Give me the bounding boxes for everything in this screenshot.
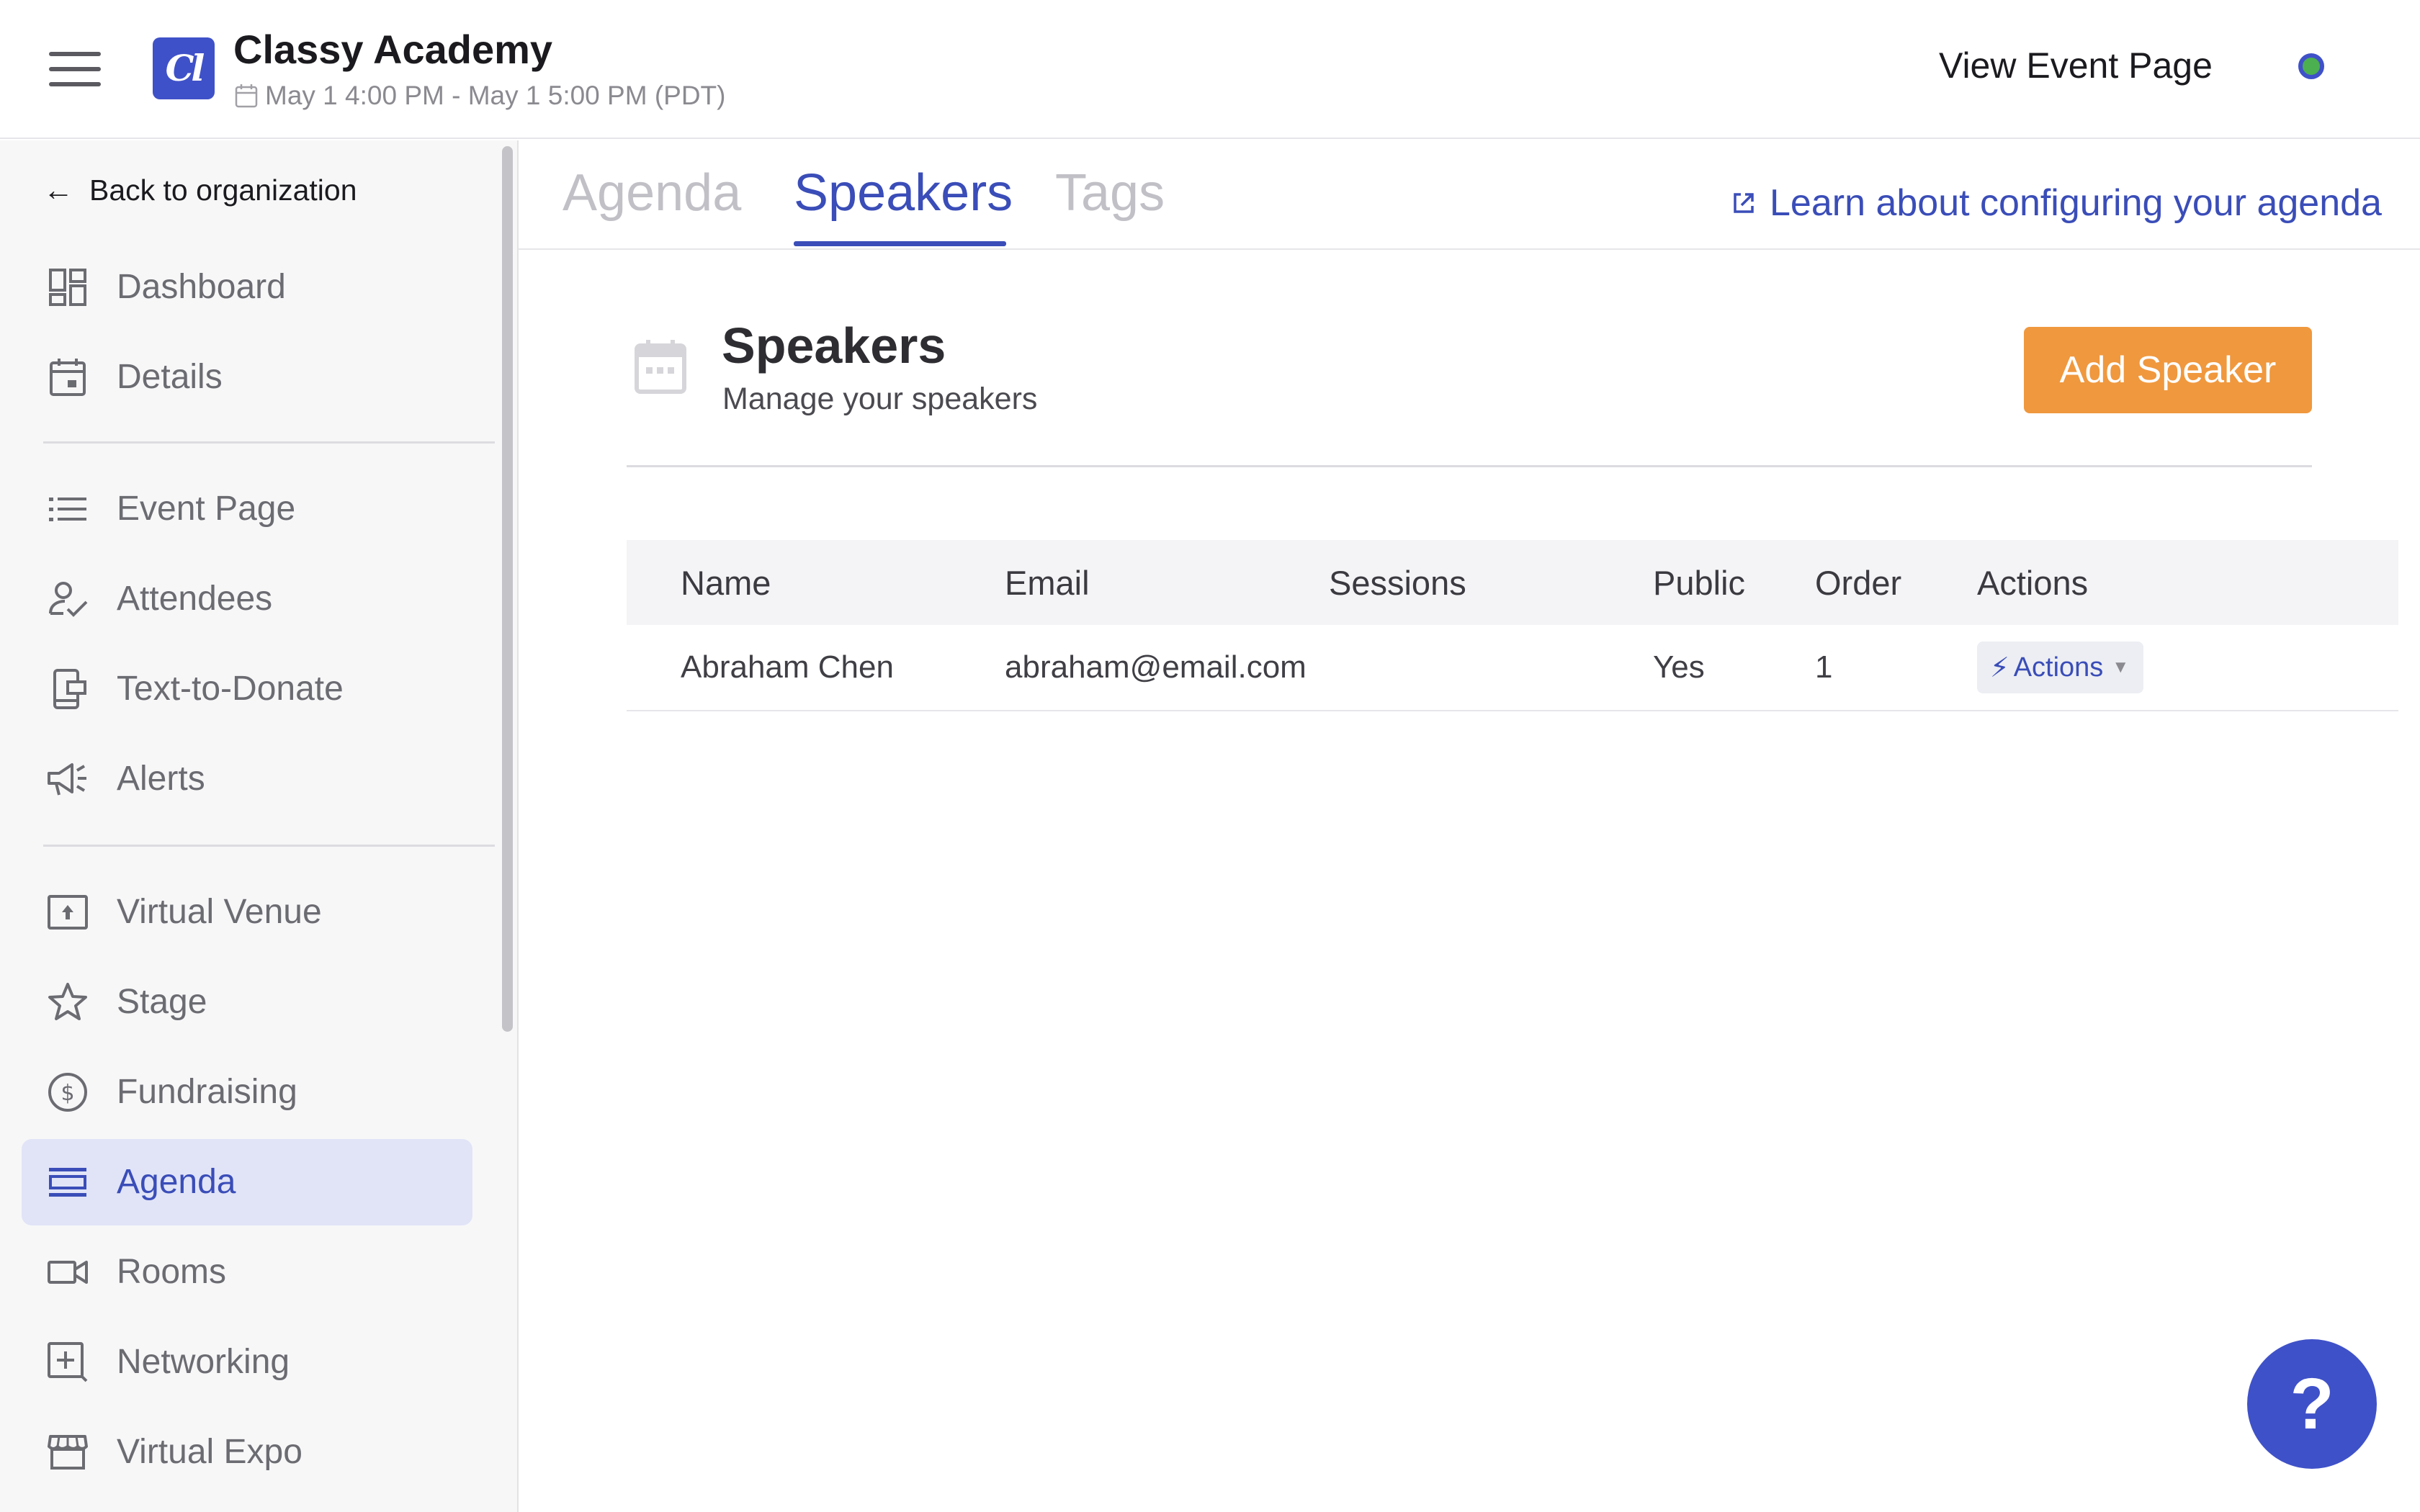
sidebar-item-label: Dashboard: [117, 268, 286, 306]
org-logo: Cl: [153, 37, 215, 99]
actions-dropdown-button[interactable]: ⚡︎ Actions ▼: [1977, 642, 2144, 693]
menu-icon[interactable]: [49, 50, 101, 88]
tab-tags[interactable]: Tags: [1055, 163, 1165, 222]
page-title: Speakers: [722, 318, 946, 374]
sidebar-item-agenda[interactable]: Agenda: [22, 1139, 472, 1225]
speaker-order: 1: [1815, 649, 1833, 685]
calendar-icon: [635, 340, 686, 394]
star-icon: [48, 983, 87, 1020]
speaker-name: Abraham Chen: [681, 649, 894, 685]
learn-about-agenda-link[interactable]: Learn about configuring your agenda: [1731, 181, 2382, 225]
sidebar-item-dashboard[interactable]: Dashboard: [22, 244, 472, 330]
dollar-icon: $: [48, 1073, 87, 1112]
sidebar-divider: [43, 845, 495, 847]
chevron-down-icon: ▼: [2112, 657, 2130, 677]
sidebar-item-label: Agenda: [117, 1163, 236, 1201]
sidebar-item-text-to-donate[interactable]: Text-to-Donate: [22, 646, 472, 732]
sidebar-item-networking[interactable]: Networking: [22, 1319, 472, 1405]
dashboard-icon: [49, 269, 86, 306]
calendar-icon: [50, 359, 86, 396]
megaphone-icon: [48, 763, 86, 796]
column-header-actions: Actions: [1977, 563, 2089, 602]
store-icon: [48, 1435, 88, 1470]
sidebar-item-label: Alerts: [117, 760, 205, 798]
add-speaker-button[interactable]: Add Speaker: [2024, 327, 2312, 413]
sidebar-item-virtual-expo[interactable]: Virtual Expo: [22, 1409, 472, 1495]
org-title: Classy Academy: [233, 27, 553, 72]
sidebar-item-label: Fundraising: [117, 1073, 297, 1111]
status-indicator: [2298, 53, 2324, 79]
top-bar: Cl Classy Academy May 1 4:00 PM - May 1 …: [0, 0, 2420, 139]
actions-label: Actions: [2013, 652, 2104, 683]
sidebar-item-event-page[interactable]: Event Page: [22, 466, 472, 552]
event-date: May 1 4:00 PM - May 1 5:00 PM (PDT): [235, 81, 725, 111]
tab-agenda[interactable]: Agenda: [563, 163, 741, 222]
sidebar-item-details[interactable]: Details: [22, 334, 472, 420]
bolt-icon: ⚡︎: [1990, 652, 2009, 683]
event-date-text: May 1 4:00 PM - May 1 5:00 PM (PDT): [265, 81, 726, 110]
list-icon: [49, 498, 86, 521]
active-tab-indicator: [794, 241, 1006, 246]
add-box-icon: [48, 1342, 88, 1382]
back-label: Back to organization: [89, 173, 357, 207]
sidebar-item-attendees[interactable]: Attendees: [22, 556, 472, 642]
phone-icon: [53, 669, 86, 709]
sidebar-item-label: Virtual Venue: [117, 893, 322, 931]
speaker-public: Yes: [1653, 649, 1705, 685]
svg-text:$: $: [60, 1081, 74, 1106]
sidebar-item-label: Event Page: [117, 490, 296, 528]
page-subtitle: Manage your speakers: [722, 382, 1038, 416]
help-button[interactable]: ?: [2247, 1339, 2377, 1469]
sidebar-item-label: Virtual Expo: [117, 1433, 302, 1471]
sidebar-scrollbar[interactable]: [502, 146, 513, 1032]
actions-cell: ⚡︎ Actions ▼: [1977, 625, 2144, 710]
table-header: Name Email Sessions Public Order Actions: [627, 540, 2398, 625]
sidebar: ← Back to organization Dashboard Details: [0, 140, 519, 1512]
speaker-email: abraham@email.com: [1005, 649, 1307, 685]
column-header-name[interactable]: Name: [681, 540, 771, 625]
tab-speakers[interactable]: Speakers: [794, 163, 1013, 222]
view-event-page-link[interactable]: View Event Page: [1939, 45, 2213, 86]
person-check-icon: [49, 582, 88, 617]
external-link-icon: [1734, 193, 1754, 213]
sidebar-item-alerts[interactable]: Alerts: [22, 736, 472, 822]
column-header-public[interactable]: Public: [1653, 540, 1745, 625]
column-header-email[interactable]: Email: [1005, 540, 1090, 625]
sidebar-item-label: Details: [117, 358, 223, 396]
sidebar-divider: [43, 441, 495, 444]
back-to-organization-link[interactable]: ← Back to organization: [43, 173, 357, 207]
sidebar-item-label: Attendees: [117, 580, 273, 618]
sidebar-item-virtual-venue[interactable]: Virtual Venue: [22, 869, 472, 955]
speakers-table: Name Email Sessions Public Order Actions…: [627, 540, 2398, 711]
section-divider: [627, 465, 2312, 467]
sidebar-item-label: Networking: [117, 1343, 290, 1381]
table-row: Abraham Chen abraham@email.com Yes 1 ⚡︎ …: [627, 625, 2398, 711]
column-header-order[interactable]: Order: [1815, 540, 1901, 625]
learn-link-label: Learn about configuring your agenda: [1770, 182, 2382, 224]
venue-icon: [48, 895, 88, 930]
sidebar-item-stage[interactable]: Stage: [22, 959, 472, 1045]
sidebar-item-fundraising[interactable]: $ Fundraising: [22, 1049, 472, 1135]
agenda-icon: [49, 1168, 86, 1197]
video-icon: [48, 1261, 88, 1284]
column-header-sessions[interactable]: Sessions: [1329, 540, 1466, 625]
sidebar-item-label: Rooms: [117, 1253, 227, 1291]
sidebar-item-label: Stage: [117, 983, 207, 1021]
sidebar-item-label: Text-to-Donate: [117, 670, 344, 708]
arrow-left-icon: ←: [43, 173, 73, 207]
sidebar-item-rooms[interactable]: Rooms: [22, 1229, 472, 1315]
calendar-small-icon: [235, 84, 258, 108]
